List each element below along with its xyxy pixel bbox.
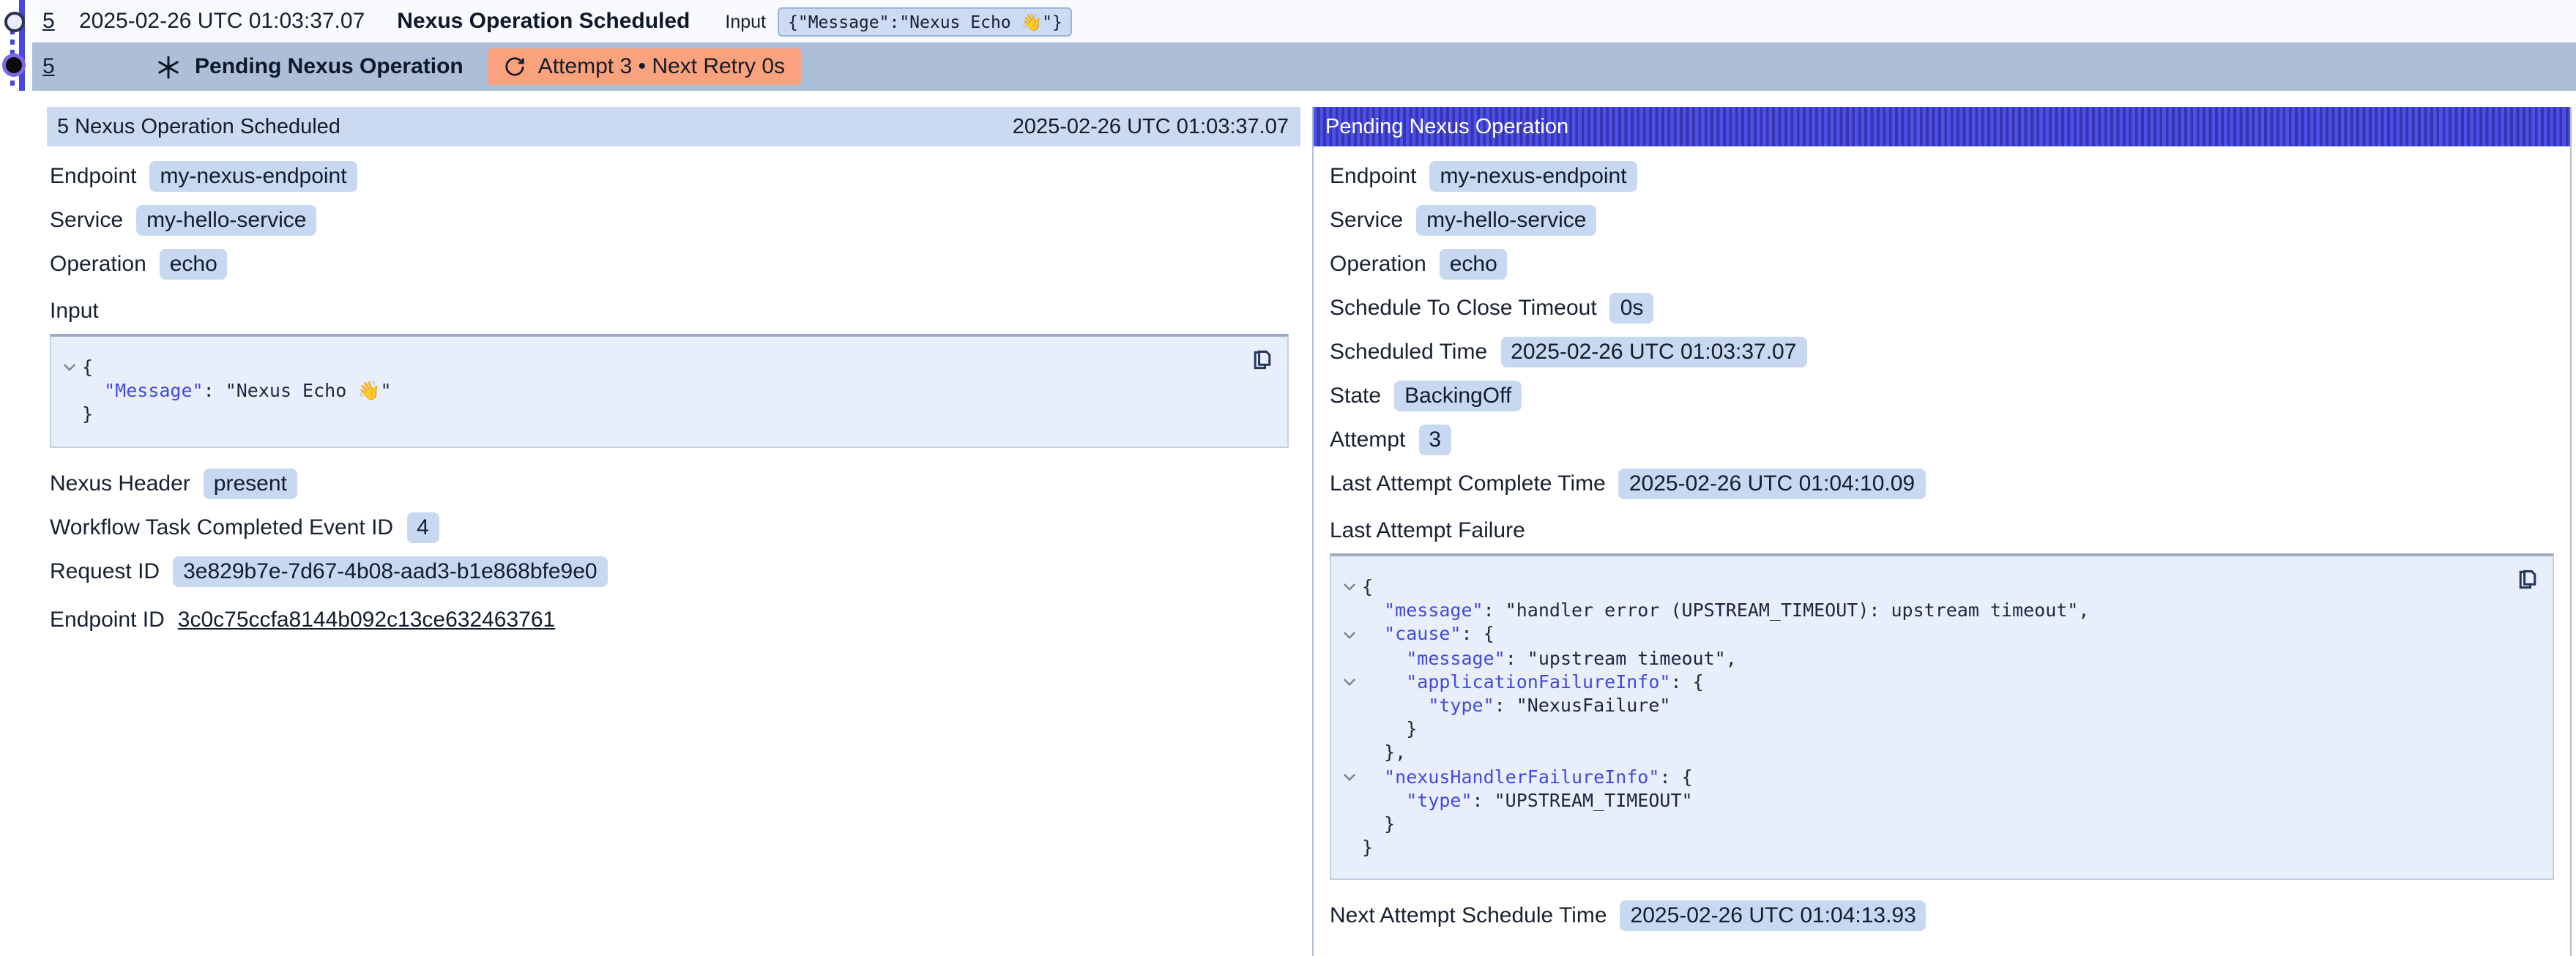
retry-icon bbox=[505, 56, 526, 78]
field-value-badge: 2025-02-26 UTC 01:04:10.09 bbox=[1619, 468, 1925, 499]
field-endpoint-id: Endpoint ID 3c0c75ccfa8144b092c13ce63246… bbox=[50, 604, 1289, 635]
json-line: { bbox=[1362, 575, 1373, 599]
json-line: } bbox=[1362, 836, 1373, 859]
field-workflow-task-completed-event-id: Workflow Task Completed Event ID 4 bbox=[50, 512, 1289, 542]
json-line: "message": "upstream timeout", bbox=[1362, 646, 1737, 670]
field-state: State BackingOff bbox=[1330, 381, 2555, 411]
json-line: "cause": { bbox=[1362, 623, 1494, 646]
event-time: 2025-02-26 UTC 01:03:37.07 bbox=[79, 9, 365, 34]
chevron-down-icon bbox=[1337, 599, 1362, 622]
chevron-down-icon bbox=[1337, 813, 1362, 836]
field-value-badge: echo bbox=[1440, 249, 1508, 280]
field-value-badge: 4 bbox=[406, 512, 439, 542]
json-code: { "message": "handler error (UPSTREAM_TI… bbox=[1337, 575, 2503, 860]
chevron-down-icon bbox=[1337, 742, 1362, 765]
input-label: Input bbox=[725, 11, 766, 31]
field-value-badge: present bbox=[204, 468, 297, 498]
event-id-link[interactable]: 5 bbox=[42, 9, 63, 34]
chevron-down-icon bbox=[57, 403, 82, 427]
event-title: Pending Nexus Operation bbox=[195, 54, 464, 79]
pending-asterisk-icon bbox=[157, 55, 180, 78]
pending-panel-body: Endpoint my-nexus-endpoint Service my-he… bbox=[1314, 146, 2570, 956]
chevron-down-icon[interactable] bbox=[1337, 623, 1362, 646]
panel-title: Pending Nexus Operation bbox=[1325, 115, 1568, 138]
last-attempt-failure-label: Last Attempt Failure bbox=[1330, 518, 2555, 543]
json-line: "type": "UPSTREAM_TIMEOUT" bbox=[1362, 789, 1693, 813]
panel-title: 5 Nexus Operation Scheduled bbox=[57, 115, 340, 138]
chevron-down-icon bbox=[1337, 694, 1362, 717]
open-circle-icon bbox=[4, 12, 24, 32]
input-section-label: Input bbox=[50, 299, 1289, 324]
pending-operation-panel: Pending Nexus Operation Endpoint my-nexu… bbox=[1312, 107, 2572, 956]
field-value-badge: 2025-02-26 UTC 01:04:13.93 bbox=[1620, 901, 1927, 932]
chevron-down-icon[interactable] bbox=[1337, 575, 1362, 599]
json-line: "message": "handler error (UPSTREAM_TIME… bbox=[1362, 599, 2089, 622]
filled-dot-icon bbox=[5, 57, 21, 73]
event-row-scheduled[interactable]: 5 2025-02-26 UTC 01:03:37.07 Nexus Opera… bbox=[32, 0, 2576, 42]
field-nexus-header: Nexus Header present bbox=[50, 468, 1289, 498]
field-value-badge: my-nexus-endpoint bbox=[149, 161, 357, 192]
field-operation: Operation echo bbox=[1330, 249, 2555, 280]
field-service: Service my-hello-service bbox=[50, 205, 1289, 236]
timeline-rail bbox=[0, 0, 32, 94]
json-line: } bbox=[82, 403, 93, 427]
retry-attempt-badge: Attempt 3 • Next Retry 0s bbox=[488, 48, 801, 85]
field-last-attempt-complete-time: Last Attempt Complete Time 2025-02-26 UT… bbox=[1330, 468, 2555, 499]
field-value-badge: 3e829b7e-7d67-4b08-aad3-b1e868bfe9e0 bbox=[173, 556, 608, 586]
field-value-badge: 3 bbox=[1418, 425, 1451, 455]
field-attempt: Attempt 3 bbox=[1330, 425, 2555, 455]
chevron-down-icon[interactable] bbox=[1337, 765, 1362, 788]
field-endpoint: Endpoint my-nexus-endpoint bbox=[1330, 161, 2555, 192]
json-line: "applicationFailureInfo": { bbox=[1362, 671, 1704, 694]
json-line: }, bbox=[1362, 742, 1406, 765]
chevron-down-icon[interactable] bbox=[57, 356, 82, 379]
field-scheduled-time: Scheduled Time 2025-02-26 UTC 01:03:37.0… bbox=[1330, 337, 2555, 367]
field-value-badge: 2025-02-26 UTC 01:03:37.07 bbox=[1500, 337, 1806, 367]
scheduled-event-panel: 5 Nexus Operation Scheduled 2025-02-26 U… bbox=[47, 107, 1300, 662]
scheduled-panel-header: 5 Nexus Operation Scheduled 2025-02-26 U… bbox=[47, 107, 1300, 146]
field-value-badge: 0s bbox=[1610, 293, 1654, 324]
event-title: Nexus Operation Scheduled bbox=[397, 9, 690, 34]
json-code: { "Message": "Nexus Echo 👋"} bbox=[57, 356, 1237, 427]
field-schedule-to-close-timeout: Schedule To Close Timeout 0s bbox=[1330, 293, 2555, 324]
chevron-down-icon[interactable] bbox=[1337, 671, 1362, 694]
chevron-down-icon bbox=[1337, 717, 1362, 741]
json-line: { bbox=[82, 356, 93, 379]
json-line: "nexusHandlerFailureInfo": { bbox=[1362, 765, 1693, 788]
json-line: "type": "NexusFailure" bbox=[1362, 694, 1670, 717]
json-viewer-input: { "Message": "Nexus Echo 👋"} bbox=[50, 334, 1289, 447]
panel-time: 2025-02-26 UTC 01:03:37.07 bbox=[1013, 115, 1289, 138]
input-preview-badge: {"Message":"Nexus Echo 👋"} bbox=[778, 7, 1073, 36]
chevron-down-icon bbox=[57, 379, 82, 403]
workflow-history-view: 5 2025-02-26 UTC 01:03:37.07 Nexus Opera… bbox=[0, 0, 2576, 956]
field-request-id: Request ID 3e829b7e-7d67-4b08-aad3-b1e86… bbox=[50, 556, 1289, 586]
chevron-down-icon bbox=[1337, 646, 1362, 670]
endpoint-id-link[interactable]: 3c0c75ccfa8144b092c13ce632463761 bbox=[178, 607, 555, 632]
field-value-badge: my-hello-service bbox=[136, 205, 316, 236]
retry-badge-text: Attempt 3 • Next Retry 0s bbox=[538, 54, 785, 79]
json-line: "Message": "Nexus Echo 👋" bbox=[82, 379, 392, 403]
json-line: } bbox=[1362, 813, 1395, 836]
field-operation: Operation echo bbox=[50, 249, 1289, 280]
field-value-badge: my-hello-service bbox=[1416, 205, 1596, 236]
field-value-badge: echo bbox=[160, 249, 228, 280]
chevron-down-icon bbox=[1337, 836, 1362, 859]
event-id-link[interactable]: 5 bbox=[42, 54, 63, 79]
detail-panels: 5 Nexus Operation Scheduled 2025-02-26 U… bbox=[47, 107, 2572, 956]
copy-button[interactable] bbox=[1251, 348, 1274, 372]
field-endpoint: Endpoint my-nexus-endpoint bbox=[50, 161, 1289, 192]
field-value-badge: my-nexus-endpoint bbox=[1429, 161, 1637, 192]
copy-button[interactable] bbox=[2516, 568, 2539, 591]
field-service: Service my-hello-service bbox=[1330, 205, 2555, 236]
json-viewer-failure: { "message": "handler error (UPSTREAM_TI… bbox=[1330, 553, 2554, 881]
field-next-attempt-schedule-time: Next Attempt Schedule Time 2025-02-26 UT… bbox=[1330, 901, 2555, 932]
chevron-down-icon bbox=[1337, 789, 1362, 813]
pending-panel-header: Pending Nexus Operation bbox=[1314, 107, 2570, 146]
event-history-rows: 5 2025-02-26 UTC 01:03:37.07 Nexus Opera… bbox=[32, 0, 2576, 91]
field-value-badge: BackingOff bbox=[1394, 381, 1522, 411]
json-line: } bbox=[1362, 717, 1417, 741]
event-row-pending[interactable]: 5 Pending Nexus Operation Attempt 3 • Ne… bbox=[32, 42, 2576, 91]
scheduled-panel-body: Endpoint my-nexus-endpoint Service my-he… bbox=[47, 146, 1300, 662]
